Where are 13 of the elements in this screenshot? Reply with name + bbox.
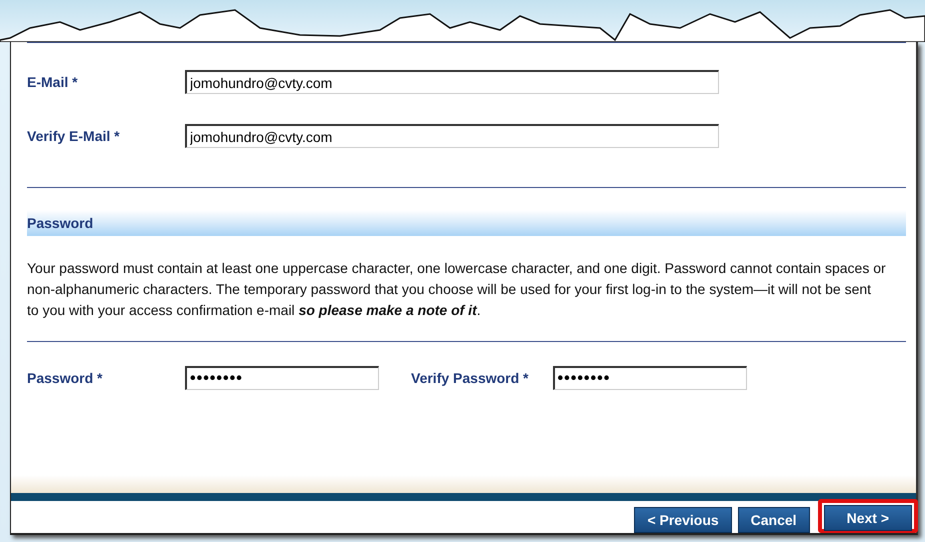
password-instructions: Your password must contain at least one uppercase character, one lowercase character, and one digit. Password cannot contain spaces or non-alphanumeric characters. The temporary password that you choose will be used for your first log-in to the system—it will not be sent to you with your access confirmation e-mail so please make a note of it. [27, 259, 886, 320]
password-field[interactable]: •••••••• [185, 366, 379, 390]
section-header: Password [27, 210, 906, 236]
field-label: Verify Password * [411, 370, 529, 386]
field-label: E-Mail * [27, 74, 79, 90]
next-button[interactable]: Next > [824, 505, 912, 531]
password-field[interactable]: •••••••• [552, 366, 747, 390]
cancel-button[interactable]: Cancel [738, 507, 810, 533]
field-label: Password * [27, 370, 104, 386]
field-label: Verify E-Mail * [27, 128, 121, 144]
email-field[interactable]: jomohundro@cvty.com [185, 70, 719, 94]
previous-button[interactable]: < Previous [634, 507, 732, 533]
email-field[interactable]: jomohundro@cvty.com [185, 124, 719, 148]
